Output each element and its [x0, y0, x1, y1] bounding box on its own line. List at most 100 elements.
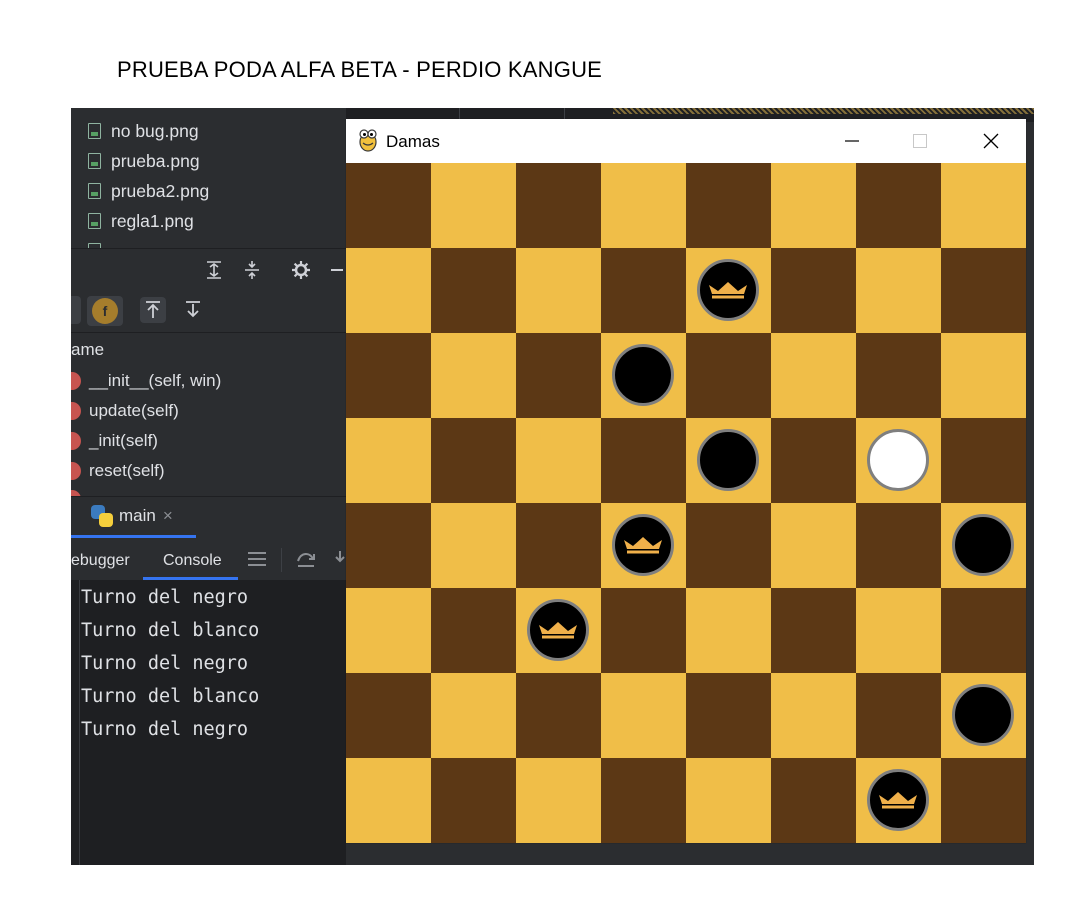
expand-all-icon[interactable]	[204, 260, 224, 280]
board-square[interactable]	[601, 418, 686, 503]
board-square[interactable]	[346, 163, 431, 248]
step-into-icon[interactable]	[333, 549, 347, 569]
board-square[interactable]	[346, 758, 431, 843]
board-square[interactable]	[941, 588, 1026, 673]
black-king-piece[interactable]	[866, 768, 929, 831]
board-square[interactable]	[601, 248, 686, 333]
board-square[interactable]	[686, 163, 771, 248]
board-square[interactable]	[601, 503, 686, 588]
navigate-down-icon[interactable]	[179, 296, 207, 324]
board-square[interactable]	[686, 673, 771, 758]
black-king-piece[interactable]	[526, 598, 589, 661]
board-square[interactable]	[686, 503, 771, 588]
board-square[interactable]	[516, 503, 601, 588]
black-piece[interactable]	[951, 513, 1014, 576]
board-square[interactable]	[941, 333, 1026, 418]
board-square[interactable]	[431, 758, 516, 843]
sort-button-partial[interactable]	[71, 296, 81, 324]
file-item-prueba[interactable]: prueba.png	[88, 150, 200, 172]
gear-icon[interactable]	[291, 260, 311, 280]
board-square[interactable]	[941, 758, 1026, 843]
board-square[interactable]	[856, 503, 941, 588]
board-square[interactable]	[771, 248, 856, 333]
board-square[interactable]	[346, 588, 431, 673]
structure-item[interactable]: update(self)	[71, 400, 179, 422]
board-square[interactable]	[431, 673, 516, 758]
board-square[interactable]	[856, 163, 941, 248]
black-piece[interactable]	[951, 683, 1014, 746]
white-piece[interactable]	[866, 428, 929, 491]
board-square[interactable]	[856, 333, 941, 418]
board-square[interactable]	[346, 503, 431, 588]
file-item-no-bug[interactable]: no bug.png	[88, 120, 199, 142]
black-king-piece[interactable]	[696, 258, 759, 321]
board-square[interactable]	[856, 673, 941, 758]
board-square[interactable]	[601, 163, 686, 248]
board-square[interactable]	[516, 418, 601, 503]
board-square[interactable]	[601, 333, 686, 418]
board-square[interactable]	[601, 673, 686, 758]
menu-icon[interactable]	[247, 550, 267, 568]
structure-item[interactable]: _init(self)	[71, 430, 158, 452]
collapse-all-icon[interactable]	[242, 260, 262, 280]
board-square[interactable]	[516, 248, 601, 333]
maximize-button[interactable]	[897, 119, 943, 163]
board-square[interactable]	[431, 248, 516, 333]
board-square[interactable]	[516, 163, 601, 248]
crown-icon	[623, 536, 662, 553]
board-square[interactable]	[516, 333, 601, 418]
board-square[interactable]	[431, 333, 516, 418]
board-square[interactable]	[941, 503, 1026, 588]
minimize-panel-icon[interactable]	[331, 269, 343, 271]
black-king-piece[interactable]	[611, 513, 674, 576]
board-square[interactable]	[771, 503, 856, 588]
checkers-board[interactable]	[346, 163, 1026, 843]
board-square[interactable]	[771, 418, 856, 503]
board-square[interactable]	[431, 588, 516, 673]
board-square[interactable]	[516, 758, 601, 843]
close-button[interactable]	[968, 119, 1014, 163]
navigate-up-icon[interactable]	[139, 296, 167, 324]
board-square[interactable]	[941, 418, 1026, 503]
board-square[interactable]	[856, 588, 941, 673]
board-square[interactable]	[856, 758, 941, 843]
board-square[interactable]	[941, 163, 1026, 248]
board-square[interactable]	[686, 588, 771, 673]
board-square[interactable]	[346, 248, 431, 333]
board-square[interactable]	[431, 163, 516, 248]
file-item-prueba2[interactable]: prueba2.png	[88, 180, 209, 202]
board-square[interactable]	[516, 673, 601, 758]
board-square[interactable]	[686, 248, 771, 333]
file-item-regla1[interactable]: regla1.png	[88, 210, 194, 232]
board-square[interactable]	[771, 333, 856, 418]
run-tab-main[interactable]: main ×	[91, 505, 173, 527]
board-square[interactable]	[771, 163, 856, 248]
black-piece[interactable]	[696, 428, 759, 491]
step-over-icon[interactable]	[295, 549, 317, 569]
board-square[interactable]	[771, 758, 856, 843]
board-square[interactable]	[431, 418, 516, 503]
board-square[interactable]	[771, 673, 856, 758]
board-square[interactable]	[346, 673, 431, 758]
board-square[interactable]	[856, 418, 941, 503]
board-square[interactable]	[601, 588, 686, 673]
minimize-button[interactable]	[829, 119, 875, 163]
board-square[interactable]	[431, 503, 516, 588]
board-square[interactable]	[771, 588, 856, 673]
board-square[interactable]	[686, 418, 771, 503]
board-square[interactable]	[941, 673, 1026, 758]
board-square[interactable]	[601, 758, 686, 843]
board-square[interactable]	[856, 248, 941, 333]
board-square[interactable]	[346, 333, 431, 418]
board-square[interactable]	[346, 418, 431, 503]
tab-debugger[interactable]: ebugger	[71, 552, 130, 570]
board-square[interactable]	[941, 248, 1026, 333]
structure-item[interactable]: reset(self)	[71, 460, 165, 482]
close-tab-icon[interactable]: ×	[163, 506, 173, 526]
board-square[interactable]	[516, 588, 601, 673]
board-square[interactable]	[686, 758, 771, 843]
structure-item[interactable]: __init__(self, win)	[71, 370, 221, 392]
tab-console[interactable]: Console	[163, 552, 222, 570]
black-piece[interactable]	[611, 343, 674, 406]
board-square[interactable]	[686, 333, 771, 418]
